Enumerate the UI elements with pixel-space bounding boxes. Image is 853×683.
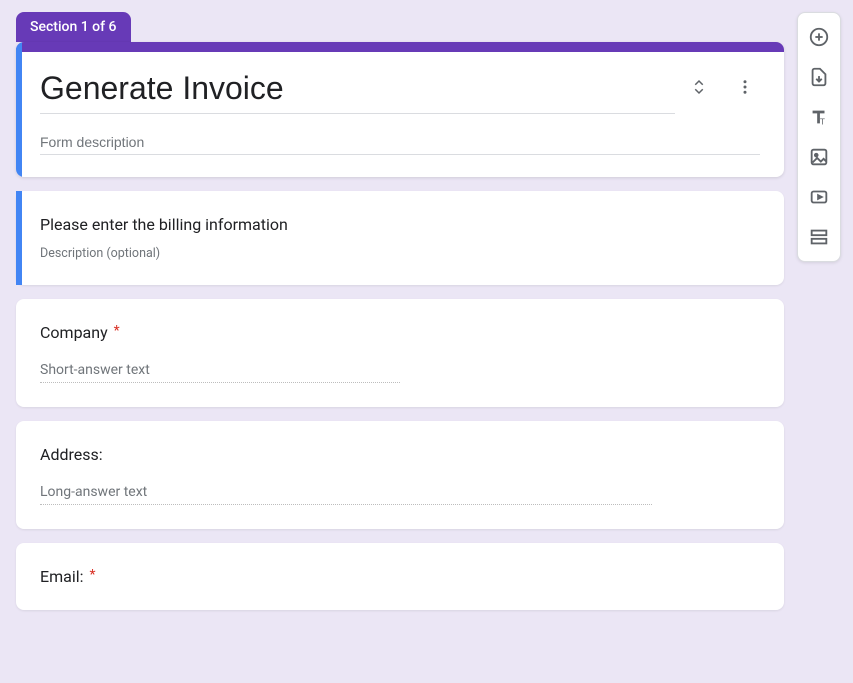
add-title-button[interactable]: T (801, 99, 837, 135)
plus-circle-icon (808, 26, 830, 48)
form-header-card[interactable] (16, 42, 784, 177)
svg-text:T: T (820, 117, 825, 126)
required-star: * (114, 323, 120, 339)
question-label: Email: * (40, 567, 760, 586)
text-title-icon: T (808, 106, 830, 128)
block-description-placeholder: Description (optional) (40, 246, 760, 261)
import-questions-button[interactable] (801, 59, 837, 95)
more-vert-icon (736, 78, 754, 96)
add-video-button[interactable] (801, 179, 837, 215)
add-section-button[interactable] (801, 219, 837, 255)
required-star: * (89, 567, 95, 583)
title-description-card[interactable]: Please enter the billing information Des… (16, 191, 784, 285)
section-tab: Section 1 of 6 (16, 12, 131, 42)
answer-placeholder: Long-answer text (40, 484, 652, 505)
answer-placeholder: Short-answer text (40, 362, 400, 383)
import-file-icon (808, 66, 830, 88)
form-description-input[interactable] (40, 128, 760, 155)
header-accent-bar (16, 42, 784, 52)
question-label: Address: (40, 445, 760, 464)
add-image-button[interactable] (801, 139, 837, 175)
question-card[interactable]: Email: * (16, 543, 784, 610)
video-icon (808, 186, 830, 208)
more-options-button[interactable] (734, 76, 756, 98)
question-card[interactable]: Address: Long-answer text (16, 421, 784, 529)
collapse-icon (690, 78, 708, 96)
floating-toolbar: T (797, 12, 841, 262)
question-label: Company * (40, 323, 760, 342)
section-icon (808, 226, 830, 248)
image-icon (808, 146, 830, 168)
add-question-button[interactable] (801, 19, 837, 55)
form-title-input[interactable] (40, 70, 675, 114)
active-indicator (16, 191, 22, 285)
collapse-section-button[interactable] (688, 76, 710, 98)
question-card[interactable]: Company * Short-answer text (16, 299, 784, 407)
block-title: Please enter the billing information (40, 215, 760, 234)
